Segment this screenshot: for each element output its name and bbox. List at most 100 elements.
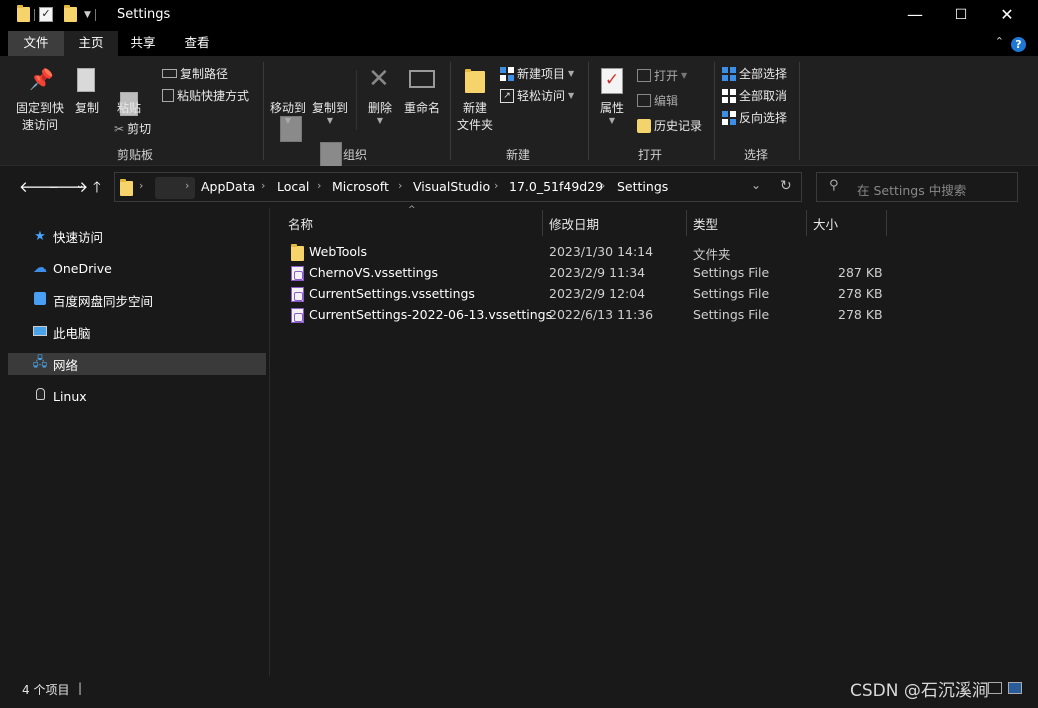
copy-path-button[interactable]: 复制路径 <box>162 65 228 82</box>
file-name: CurrentSettings.vssettings <box>309 286 475 301</box>
close-button[interactable]: ✕ <box>984 0 1030 31</box>
column-divider[interactable] <box>886 210 887 236</box>
sidebar-item-linux[interactable]: Linux <box>8 385 266 407</box>
file-date: 2023/1/30 14:14 <box>549 244 654 259</box>
group-label-new: 新建 <box>505 148 530 162</box>
select-none-button[interactable]: 全部取消 <box>722 87 787 104</box>
refresh-icon[interactable]: ↻ <box>780 178 792 194</box>
tab-home[interactable]: 主页 <box>64 31 118 56</box>
column-divider[interactable] <box>806 210 807 236</box>
search-box[interactable]: ⚲ 在 Settings 中搜索 <box>816 172 1018 202</box>
up-arrow-icon[interactable]: 🡑 <box>93 177 101 202</box>
copy-to-button[interactable]: 复制到 ▼ <box>309 100 351 125</box>
star-icon: ★ <box>34 228 46 244</box>
new-folder-button[interactable]: 新建 文件夹 <box>455 100 495 134</box>
copy-button[interactable]: 复制 <box>70 100 104 117</box>
address-bar[interactable]: › › AppData › Local › Microsoft › Visual… <box>114 172 802 202</box>
properties-icon[interactable]: ✓ <box>39 7 53 22</box>
large-icons-view-icon[interactable] <box>1008 682 1022 694</box>
breadcrumb-separator[interactable]: › <box>494 179 498 192</box>
delete-button[interactable]: 删除 ▼ <box>364 100 396 125</box>
breadcrumb-separator[interactable]: › <box>601 179 605 192</box>
breadcrumb-separator[interactable]: › <box>398 179 402 192</box>
sidebar-item-this-pc[interactable]: 此电脑 <box>8 321 266 343</box>
tab-view[interactable]: 查看 <box>172 31 222 56</box>
edit-button[interactable]: 编辑 <box>637 92 678 109</box>
breadcrumb-separator[interactable]: › <box>261 179 265 192</box>
properties-button[interactable]: 属性 ▼ <box>596 100 628 125</box>
table-row[interactable]: WebTools 2023/1/30 14:14 文件夹 <box>288 242 898 263</box>
easy-access-dropdown-icon: ▼ <box>568 91 575 100</box>
breadcrumb-visualstudio[interactable]: VisualStudio <box>413 179 490 194</box>
recent-locations-chevron-icon[interactable]: ⌄ <box>76 180 84 191</box>
select-none-label: 全部取消 <box>739 89 788 103</box>
column-divider[interactable] <box>686 210 687 236</box>
column-header-type[interactable]: 类型 <box>693 214 718 233</box>
column-header-size[interactable]: 大小 <box>813 214 838 233</box>
sidebar-item-quick-access[interactable]: ★ 快速访问 <box>8 225 266 247</box>
move-to-button[interactable]: 移动到 ▼ <box>267 100 309 125</box>
table-row[interactable]: ChernoVS.vssettings 2023/2/9 11:34 Setti… <box>288 263 898 284</box>
breadcrumb-appdata[interactable]: AppData <box>201 179 255 194</box>
ribbon-divider <box>450 62 451 160</box>
edit-icon <box>637 94 651 107</box>
details-view-icon[interactable] <box>988 682 1002 694</box>
collapse-ribbon-icon[interactable]: ⌃ <box>995 35 1004 48</box>
breadcrumb-separator[interactable]: › <box>317 179 321 192</box>
address-history-chevron-icon[interactable]: ⌄ <box>751 178 761 192</box>
help-icon[interactable]: ? <box>1011 37 1026 52</box>
sidebar-item-label: Linux <box>53 388 87 404</box>
breadcrumb-microsoft[interactable]: Microsoft <box>332 179 389 194</box>
ribbon-divider <box>714 62 715 160</box>
easy-access-button[interactable]: ↗ 轻松访问 ▼ <box>500 87 574 104</box>
column-header-name[interactable]: 名称 <box>288 214 313 233</box>
table-row[interactable]: CurrentSettings.vssettings 2023/2/9 12:0… <box>288 284 898 305</box>
new-item-label: 新建项目 <box>517 67 566 81</box>
breadcrumb-local[interactable]: Local <box>277 179 309 194</box>
file-name: WebTools <box>309 244 368 259</box>
history-button[interactable]: 历史记录 <box>637 117 702 134</box>
select-all-icon <box>722 66 736 81</box>
sidebar-item-onedrive[interactable]: ☁ OneDrive <box>8 257 266 279</box>
select-all-label: 全部选择 <box>739 67 788 81</box>
pin-to-quick-access-button[interactable]: 固定到快 速访问 <box>12 100 68 134</box>
item-count: 4 个项目 <box>22 683 70 697</box>
sidebar-item-baidu-sync[interactable]: 百度网盘同步空间 <box>8 289 266 311</box>
cut-button[interactable]: ✂ 剪切 <box>114 120 151 137</box>
properties-dropdown-icon: ▼ <box>608 116 616 125</box>
ribbon-divider <box>588 62 589 160</box>
rename-button[interactable]: 重命名 <box>401 100 443 117</box>
maximize-button[interactable]: ☐ <box>938 0 984 31</box>
breadcrumb-version[interactable]: 17.0_51f49d29 <box>509 179 603 194</box>
minimize-button[interactable]: — <box>892 0 938 31</box>
tab-share[interactable]: 共享 <box>118 31 168 56</box>
ribbon-divider <box>799 62 800 160</box>
cloud-icon: ☁ <box>33 260 47 276</box>
group-label-select: 选择 <box>743 148 768 162</box>
table-row[interactable]: CurrentSettings-2022-06-13.vssettings 20… <box>288 305 898 326</box>
column-header-date[interactable]: 修改日期 <box>549 214 599 233</box>
sort-ascending-icon: ^ <box>408 205 416 215</box>
new-folder-icon[interactable] <box>64 5 77 22</box>
breadcrumb-settings[interactable]: Settings <box>617 179 668 194</box>
properties-icon: ✓ <box>601 68 623 94</box>
select-all-button[interactable]: 全部选择 <box>722 65 787 82</box>
sidebar-item-network[interactable]: 🖧 网络 <box>8 353 266 375</box>
customize-toolbar-chevron-icon[interactable]: ▼ <box>84 10 91 20</box>
delete-icon: ✕ <box>368 64 390 94</box>
file-name: CurrentSettings-2022-06-13.vssettings <box>309 307 553 322</box>
navigation-bar: 🡐 🡒 ⌄ 🡑 › › AppData › Local › Microsoft … <box>0 166 1038 208</box>
tab-file[interactable]: 文件 <box>8 31 64 56</box>
file-type: Settings File <box>693 307 770 322</box>
open-button[interactable]: 打开 ▼ <box>637 67 687 84</box>
invert-selection-icon <box>722 110 736 125</box>
file-date: 2023/2/9 12:04 <box>549 286 646 301</box>
invert-selection-button[interactable]: 反向选择 <box>722 109 787 126</box>
new-folder-label-line2: 文件夹 <box>456 118 493 132</box>
paste-button[interactable]: 粘贴 <box>112 100 146 117</box>
paste-shortcut-button[interactable]: 粘贴快捷方式 <box>162 87 249 104</box>
column-divider[interactable] <box>542 210 543 236</box>
sidebar-item-label: 此电脑 <box>53 325 91 341</box>
rename-icon <box>409 70 435 88</box>
new-item-button[interactable]: 新建项目 ▼ <box>500 65 574 82</box>
